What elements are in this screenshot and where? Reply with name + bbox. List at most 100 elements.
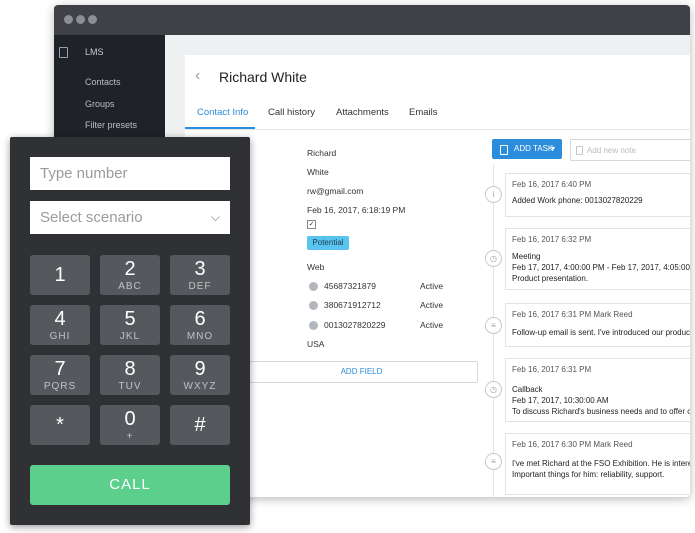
sidebar-lms[interactable]: LMS [85, 47, 104, 57]
tab-attachments[interactable]: Attachments [336, 107, 389, 118]
add-field-button[interactable]: ADD FIELD [245, 361, 478, 383]
key-9[interactable]: 9 WXYZ [170, 355, 230, 395]
timeline-text: Meeting [512, 252, 541, 261]
timeline-text: Added Work phone: 0013027820229 [512, 196, 643, 205]
key-3[interactable]: 3 DEF [170, 255, 230, 295]
tab-contact-info[interactable]: Contact Info [197, 107, 248, 118]
timeline-author: Mark Reed [593, 440, 633, 449]
key-letters: + [126, 431, 134, 442]
key-letters: GHI [49, 331, 71, 342]
phone-status: Active [420, 281, 444, 291]
scenario-select-placeholder: Select scenario [40, 209, 143, 226]
key-letters: TUV [118, 381, 142, 392]
key-2[interactable]: 2 ABC [100, 255, 160, 295]
key-4[interactable]: 4 GHI [30, 305, 90, 345]
timeline-item[interactable]: Feb 16, 2017 6:32 PM Meeting Feb 17, 201… [505, 228, 690, 290]
phone-number[interactable]: 0013027820229 [324, 320, 385, 330]
scenario-select[interactable]: Select scenario ⌵ [30, 201, 230, 234]
field-first-name[interactable]: Richard [307, 148, 336, 158]
number-input[interactable]: Type number [30, 157, 230, 190]
phone-icon[interactable] [309, 282, 318, 291]
clock-icon: ◷ [485, 381, 502, 398]
clock-icon: ◷ [485, 250, 502, 267]
key-digit: 8 [124, 358, 136, 380]
sidebar-item-groups[interactable]: Groups [85, 99, 115, 109]
sidebar-item-filter-presets[interactable]: Filter presets [85, 120, 137, 130]
active-tab-underline [185, 127, 255, 129]
key-letters: ABC [118, 281, 142, 292]
contact-name: Richard White [219, 69, 307, 85]
timeline-item[interactable]: Feb 16, 2017 6:30 PM Mark Reed I've met … [505, 433, 690, 495]
add-task-button[interactable]: ADD TASK ▾ [492, 139, 562, 159]
timeline-text: Important things for him: reliability, s… [512, 470, 665, 479]
key-digit: # [194, 414, 206, 436]
phone-number[interactable]: 45687321879 [324, 281, 376, 291]
field-email[interactable]: rw@gmail.com [307, 186, 363, 196]
key-star[interactable]: * [30, 405, 90, 445]
timeline-text: Callback [512, 385, 543, 394]
field-country[interactable]: USA [307, 339, 324, 349]
chevron-down-icon: ⌵ [210, 210, 220, 224]
contact-book-icon [59, 47, 68, 58]
phone-number[interactable]: 380671912712 [324, 300, 381, 310]
title-bar [54, 5, 690, 35]
timeline-text: Feb 17, 2017, 10:30:00 AM [512, 396, 609, 405]
window-dot[interactable] [76, 15, 85, 24]
field-source[interactable]: Web [307, 262, 324, 272]
key-digit: 1 [54, 264, 66, 286]
key-letters: DEF [188, 281, 212, 292]
timeline-item[interactable]: Feb 16, 2017 6:40 PM Added Work phone: 0… [505, 173, 690, 217]
sidebar-item-contacts[interactable]: Contacts [85, 77, 121, 87]
timeline-time: Feb 16, 2017 6:31 PM [512, 365, 592, 374]
new-note-placeholder: Add new note [587, 146, 636, 155]
timeline-time: Feb 16, 2017 6:31 PM Mark Reed [512, 310, 633, 319]
number-input-placeholder: Type number [40, 165, 128, 182]
window-dot[interactable] [88, 15, 97, 24]
phone-status: Active [420, 300, 444, 310]
field-last-name[interactable]: White [307, 167, 329, 177]
key-digit: 2 [124, 258, 136, 280]
key-digit: 9 [194, 358, 206, 380]
key-digit: 3 [194, 258, 206, 280]
key-digit: 5 [124, 308, 136, 330]
key-0[interactable]: 0 + [100, 405, 160, 445]
key-1[interactable]: 1 [30, 255, 90, 295]
timeline-item[interactable]: Feb 16, 2017 6:31 PM Mark Reed Follow-up… [505, 303, 690, 347]
timeline-text: Feb 17, 2017, 4:00:00 PM - Feb 17, 2017,… [512, 263, 690, 272]
new-note-input[interactable]: Add new note [570, 139, 690, 161]
contact-panel: ‹ Richard White Contact Info Call histor… [185, 55, 690, 497]
info-icon: i [485, 186, 502, 203]
tab-call-history[interactable]: Call history [268, 107, 315, 118]
timeline-text: I've met Richard at the FSO Exhibition. … [512, 459, 690, 468]
note-icon: ≡ [485, 453, 502, 470]
status-badge[interactable]: Potential [307, 236, 349, 250]
key-8[interactable]: 8 TUV [100, 355, 160, 395]
tab-emails[interactable]: Emails [409, 107, 438, 118]
key-letters: WXYZ [183, 381, 217, 392]
key-digit: * [56, 414, 64, 436]
timeline-text: Follow-up email is sent. I've introduced… [512, 328, 690, 337]
key-6[interactable]: 6 MNO [170, 305, 230, 345]
field-created: Feb 16, 2017, 6:18:19 PM [307, 205, 406, 215]
window-dot[interactable] [64, 15, 73, 24]
tabs-bar: Contact Info Call history Attachments Em… [185, 97, 690, 130]
note-icon [576, 146, 583, 155]
timeline-author: Mark Reed [593, 310, 633, 319]
timeline-time: Feb 16, 2017 6:32 PM [512, 235, 592, 244]
timeline-time-value: Feb 16, 2017 6:31 PM [512, 310, 592, 319]
key-5[interactable]: 5 JKL [100, 305, 160, 345]
field-checkbox[interactable]: ✓ [307, 220, 316, 229]
key-hash[interactable]: # [170, 405, 230, 445]
key-7[interactable]: 7 PQRS [30, 355, 90, 395]
timeline-item[interactable]: Feb 16, 2017 6:31 PM Callback Feb 17, 20… [505, 358, 690, 422]
note-icon: ≡ [485, 317, 502, 334]
clipboard-icon [500, 145, 508, 155]
phone-icon[interactable] [309, 301, 318, 310]
timeline-time: Feb 16, 2017 6:40 PM [512, 180, 592, 189]
timeline-text: Product presentation. [512, 274, 589, 283]
back-chevron-icon[interactable]: ‹ [195, 67, 200, 85]
phone-icon[interactable] [309, 321, 318, 330]
call-button[interactable]: CALL [30, 465, 230, 505]
key-letters: JKL [119, 331, 141, 342]
key-digit: 0 [124, 408, 136, 430]
